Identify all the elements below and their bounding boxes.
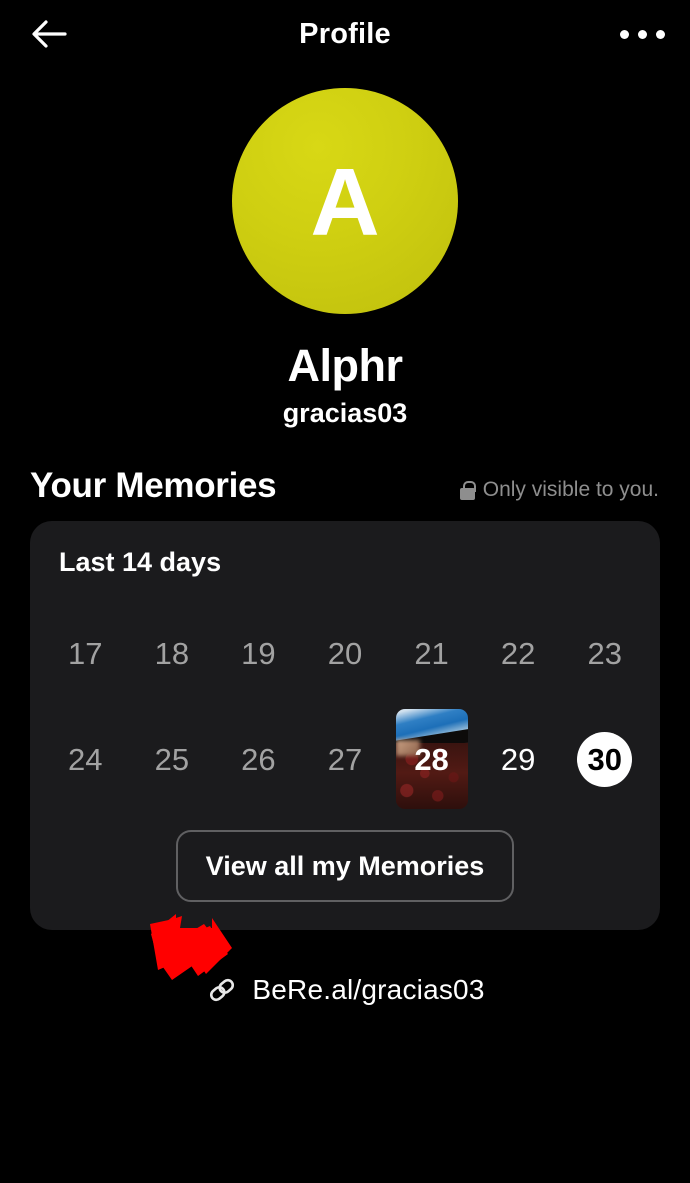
memories-card: Last 14 days 17 18 19 20 21 22 23 24 25 …: [30, 521, 660, 930]
calendar-day-number: 25: [154, 741, 190, 777]
calendar-day-cell[interactable]: 24: [42, 706, 129, 812]
more-horizontal-icon: [619, 29, 629, 39]
profile-link-row[interactable]: BeRe.al/gracias03: [0, 973, 690, 1007]
calendar-day-number: 20: [327, 635, 363, 671]
avatar-initial: A: [310, 149, 380, 256]
calendar-day-cell-today[interactable]: 30: [561, 706, 648, 812]
calendar-day-number: 27: [327, 741, 363, 777]
page-title: Profile: [299, 17, 391, 50]
calendar-day-number: 22: [500, 635, 536, 671]
view-all-memories-button[interactable]: View all my Memories: [176, 830, 514, 902]
calendar-day-cell[interactable]: 17: [42, 600, 129, 706]
calendar-day-cell[interactable]: 25: [129, 706, 216, 812]
more-horizontal-icon: [637, 29, 647, 39]
memories-calendar: 17 18 19 20 21 22 23 24 25 26 27 28 29 3…: [30, 600, 660, 812]
calendar-day-number: 23: [587, 635, 622, 671]
calendar-row: 17 18 19 20 21 22 23: [42, 600, 648, 706]
calendar-day-number: 29: [500, 741, 536, 777]
calendar-day-number: 21: [414, 635, 449, 671]
avatar[interactable]: A: [232, 88, 458, 314]
username: gracias03: [282, 398, 408, 428]
avatar-section: A: [0, 88, 690, 314]
calendar-day-cell[interactable]: 27: [302, 706, 389, 812]
app-header: Profile: [0, 0, 690, 68]
calendar-day-number: 28: [414, 741, 449, 777]
calendar-day-cell[interactable]: 19: [215, 600, 302, 706]
calendar-day-number: 18: [154, 635, 190, 671]
calendar-day-cell[interactable]: 29: [475, 706, 562, 812]
calendar-day-cell-with-memory[interactable]: 28: [388, 706, 475, 812]
memories-header: Your Memories Only visible to you.: [0, 466, 690, 506]
calendar-day-number: 30: [587, 741, 622, 777]
memories-card-title: Last 14 days: [59, 547, 222, 577]
calendar-day-number: 26: [241, 741, 276, 777]
profile-link-text: BeRe.al/gracias03: [252, 974, 485, 1005]
calendar-day-number: 17: [68, 635, 103, 671]
calendar-day-cell[interactable]: 23: [561, 600, 648, 706]
display-name: Alphr: [287, 340, 404, 391]
calendar-row: 24 25 26 27 28 29 30: [42, 706, 648, 812]
more-options-button[interactable]: [616, 14, 668, 54]
link-chain-icon: [205, 973, 239, 1007]
visibility-label: Only visible to you.: [482, 478, 659, 501]
back-button[interactable]: [26, 14, 72, 54]
visibility-note: Only visible to you.: [459, 478, 659, 506]
calendar-day-number: 19: [241, 635, 276, 671]
arrow-left-icon: [29, 19, 69, 49]
calendar-day-cell[interactable]: 22: [475, 600, 562, 706]
calendar-day-cell[interactable]: 20: [302, 600, 389, 706]
calendar-day-cell[interactable]: 18: [129, 600, 216, 706]
memories-title: Your Memories: [30, 466, 277, 505]
lock-icon: [459, 480, 476, 500]
calendar-day-number: 24: [68, 741, 103, 777]
calendar-day-cell[interactable]: 21: [388, 600, 475, 706]
calendar-day-cell[interactable]: 26: [215, 706, 302, 812]
more-horizontal-icon: [655, 29, 665, 39]
